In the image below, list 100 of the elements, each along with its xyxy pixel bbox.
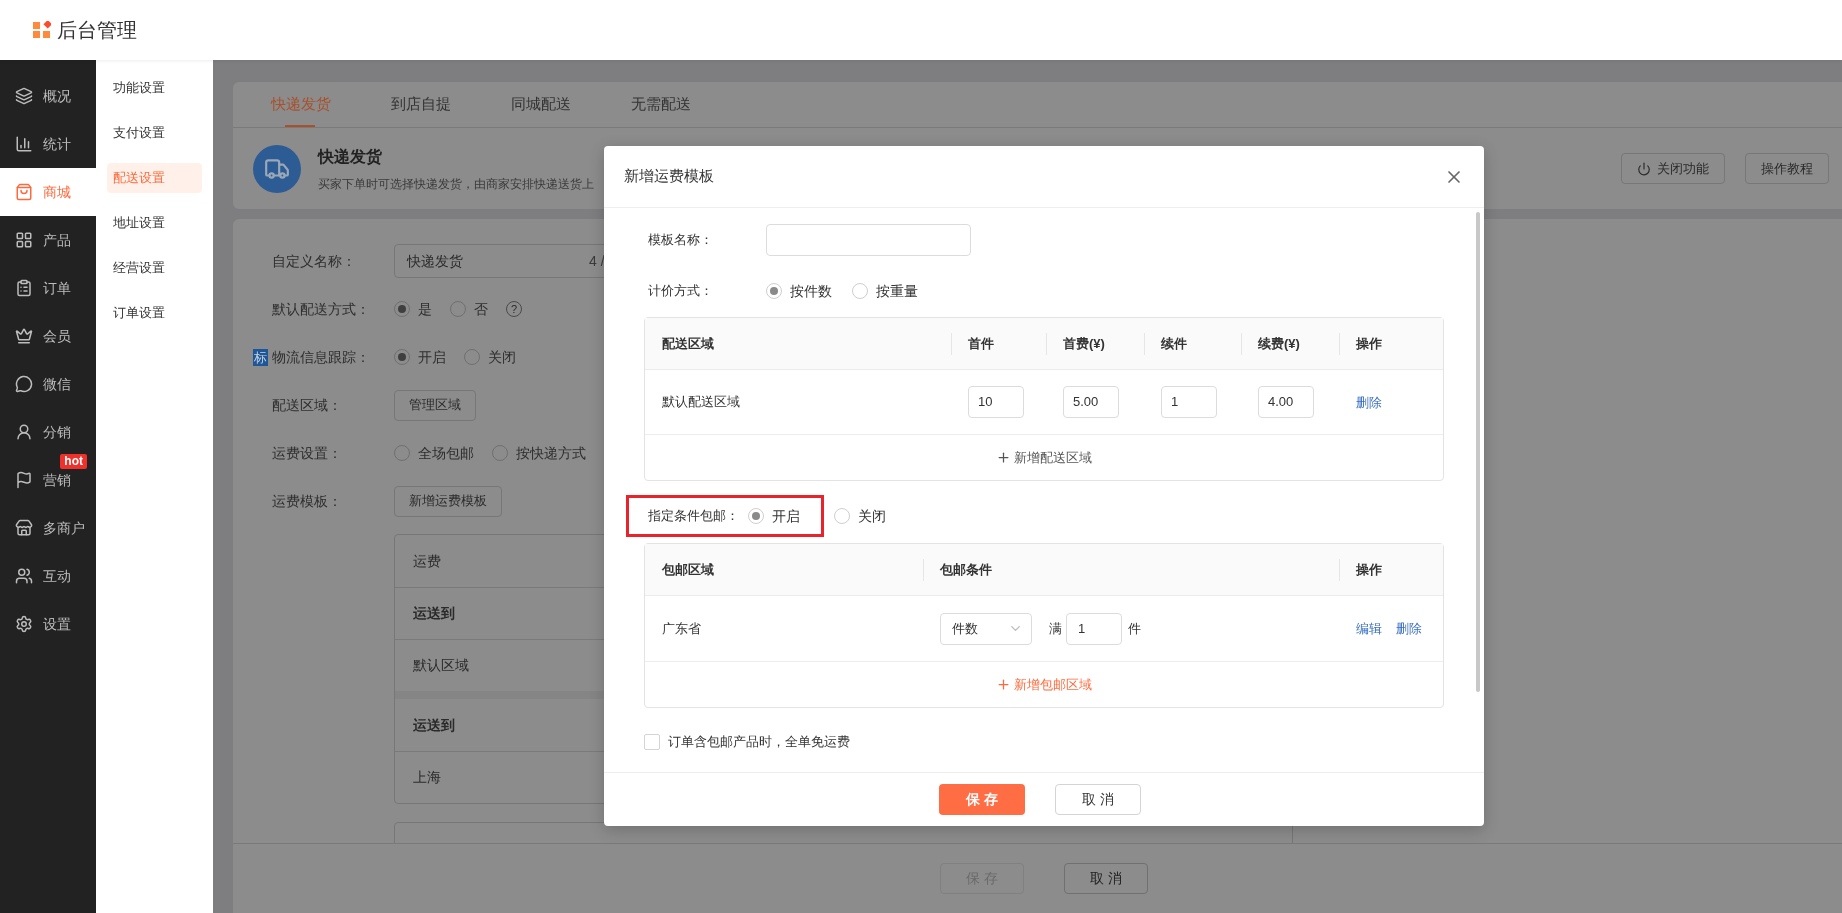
scrollbar[interactable]	[1476, 212, 1480, 692]
radio-button[interactable]	[394, 445, 410, 461]
column-header: 包邮条件	[940, 560, 992, 579]
cancel-button[interactable]: 取 消	[1055, 784, 1141, 815]
number-field[interactable]: 5.00	[1063, 386, 1119, 418]
sidebar-item[interactable]: 产品	[0, 216, 96, 264]
radio-label: 是	[418, 299, 432, 319]
radio-label: 关闭	[858, 506, 886, 526]
delete-link[interactable]: 删除	[1396, 618, 1422, 639]
hot-badge: hot	[60, 454, 87, 469]
radio-button[interactable]	[394, 301, 410, 317]
amount-field[interactable]: 1	[1066, 612, 1122, 645]
sidebar-item[interactable]: 互动	[0, 552, 96, 600]
sub-sidebar-item[interactable]: 功能设置	[107, 73, 202, 103]
sidebar-item[interactable]: 设置	[0, 600, 96, 648]
number-field[interactable]: 1	[1161, 386, 1217, 418]
condition-prefix: 满	[1049, 619, 1062, 638]
sidebar-item[interactable]: hot 营销	[0, 456, 96, 504]
column-header: 包邮区域	[662, 560, 714, 579]
tab[interactable]: 无需配送	[601, 82, 721, 127]
column-header: 续件	[1161, 334, 1187, 353]
field-label: 指定条件包邮：	[648, 507, 740, 526]
condition-select[interactable]: 件数	[940, 612, 1032, 645]
radio-button[interactable]	[464, 349, 480, 365]
column-header: 首费(¥)	[1063, 334, 1105, 353]
cancel-button[interactable]: 取 消	[1064, 863, 1148, 894]
settings-icon	[15, 615, 33, 633]
field-label: 模板名称：	[647, 231, 714, 250]
checkbox-label: 订单含包邮产品时，全单免运费	[668, 733, 850, 751]
table-cell-text: 运送到	[413, 715, 455, 735]
table-cell-text: 上海	[413, 768, 441, 787]
outline-button[interactable]: 管理区域	[394, 389, 476, 421]
plus-icon	[996, 450, 1011, 465]
sidebar-item[interactable]: 微信	[0, 360, 96, 408]
sub-sidebar-item[interactable]: 地址设置	[107, 208, 202, 238]
app-title: 后台管理	[57, 18, 137, 43]
sub-sidebar-item[interactable]: 支付设置	[107, 118, 202, 148]
unit-label: 件	[1128, 619, 1141, 638]
number-field[interactable]: 4.00	[1258, 386, 1314, 418]
radio-label: 全场包邮	[418, 443, 474, 463]
char-counter: 4 /	[589, 251, 605, 271]
add-region-link[interactable]: 新增配送区域	[996, 447, 1092, 468]
radio-label: 开启	[418, 347, 446, 367]
truck-badge-icon	[253, 144, 301, 193]
field-label: 计价方式：	[647, 282, 714, 301]
table-cell-text: 运费	[413, 551, 441, 571]
field-label: 默认配送方式：	[272, 299, 371, 319]
logo-icon	[33, 21, 51, 39]
chat-icon	[15, 375, 33, 393]
power-icon	[1637, 161, 1651, 176]
field-label: 自定义名称：	[272, 251, 357, 271]
edit-link[interactable]: 编辑	[1356, 618, 1382, 639]
radio-label: 按重量	[876, 281, 918, 301]
sidebar-item[interactable]: 统计	[0, 120, 96, 168]
template-name-field[interactable]	[766, 224, 971, 256]
radio-label: 开启	[772, 506, 800, 526]
flag-icon	[15, 471, 33, 489]
sidebar-item[interactable]: 订单	[0, 264, 96, 312]
outline-button[interactable]: 新增运费模板	[394, 485, 502, 517]
radio-label: 关闭	[488, 347, 516, 367]
radio-button[interactable]	[450, 301, 466, 317]
column-header: 操作	[1356, 560, 1382, 579]
clipboard-icon	[15, 279, 33, 297]
column-header: 首件	[968, 334, 994, 353]
table-cell-text: 默认区域	[413, 656, 469, 675]
field-label: 物流信息跟踪：	[272, 347, 371, 367]
radio-label: 否	[474, 299, 488, 319]
field-label: 运费模板：	[272, 491, 343, 511]
table-cell-text: 运送到	[413, 604, 455, 623]
field-label: 配送区域：	[272, 395, 343, 415]
sidebar-item[interactable]: 概况	[0, 72, 96, 120]
plus-icon	[996, 677, 1011, 692]
sidebar-item[interactable]: 分销	[0, 408, 96, 456]
tab[interactable]: 到店自提	[361, 82, 481, 127]
sidebar-item[interactable]: 会员	[0, 312, 96, 360]
sub-sidebar-item[interactable]: 经营设置	[107, 253, 202, 283]
tutorial-button[interactable]: 操作教程	[1745, 153, 1829, 184]
number-field[interactable]: 10	[968, 386, 1024, 418]
bag-icon	[15, 183, 33, 201]
radio-button[interactable]	[492, 445, 508, 461]
table-cell-text: 广东省	[661, 619, 702, 638]
store-icon	[15, 519, 33, 537]
radio-button[interactable]	[394, 349, 410, 365]
user-icon	[15, 423, 33, 441]
column-header: 续费(¥)	[1258, 334, 1300, 353]
bar-chart-icon	[15, 135, 33, 153]
radio-label: 按件数	[790, 281, 832, 301]
column-header: 操作	[1356, 334, 1382, 353]
tab[interactable]: 同城配送	[481, 82, 601, 127]
sidebar-item[interactable]: 多商户	[0, 504, 96, 552]
sub-sidebar-item[interactable]: 订单设置	[107, 298, 202, 328]
close-feature-button[interactable]: 关闭功能	[1621, 153, 1725, 184]
column-header: 配送区域	[662, 334, 714, 353]
layers-icon	[15, 87, 33, 105]
radio-label: 按快递方式	[516, 443, 586, 463]
crown-icon	[15, 327, 33, 345]
delete-link[interactable]: 删除	[1356, 395, 1382, 410]
dialog-title: 新增运费模板	[624, 166, 714, 187]
grid-icon	[15, 231, 33, 249]
checkbox[interactable]	[644, 733, 660, 750]
